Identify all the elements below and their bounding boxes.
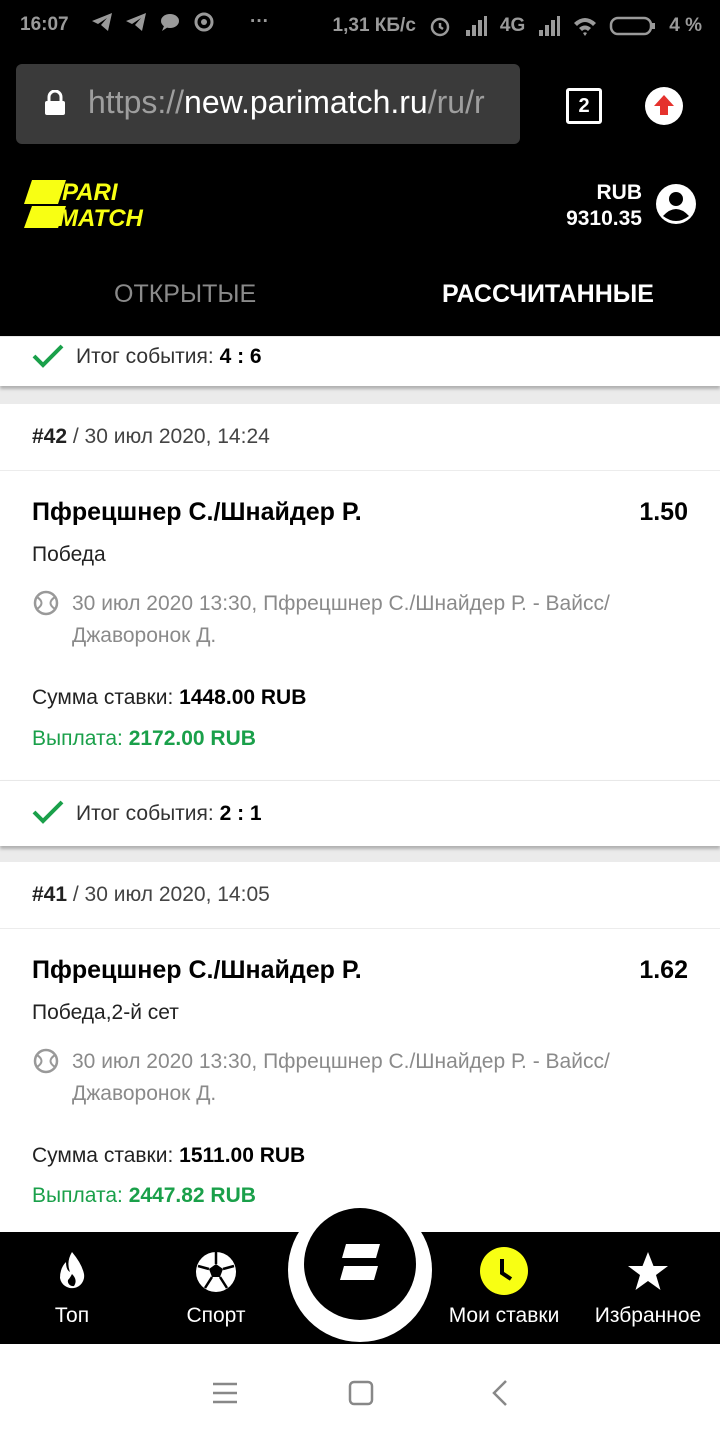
logo-text-pari: PARI	[62, 179, 119, 206]
user-avatar-icon[interactable]	[656, 184, 696, 224]
balance-currency: RUB	[596, 181, 643, 204]
cloud-sync-icon	[194, 12, 214, 32]
soccer-ball-icon	[196, 1252, 236, 1292]
bet-header: #41 / 30 июл 2020, 14:05	[32, 883, 270, 907]
check-icon	[32, 344, 64, 368]
balance-amount: 9310.35	[566, 207, 642, 230]
arrow-up-icon	[654, 95, 674, 115]
bet-number: #41	[32, 883, 68, 906]
account-balance[interactable]: RUB 9310.35	[566, 180, 642, 232]
url-path: /ru/r	[427, 84, 485, 120]
event-name: Пфрецшнер С./Шнайдер Р.	[32, 956, 362, 984]
event-name: Пфрецшнер С./Шнайдер Р.	[32, 498, 362, 526]
event-result-row: Итог события: 4 : 6	[0, 336, 720, 386]
address-bar[interactable]: https://new.parimatch.ru/ru/r	[16, 64, 520, 144]
logo-text-match: MATCH	[58, 205, 144, 230]
notification-icons: ···	[90, 10, 269, 34]
flame-icon	[60, 1252, 85, 1289]
bet-date: / 30 июл 2020, 14:24	[72, 425, 270, 448]
status-bar: 16:07 ··· 1,31 КБ/с 4G 4 %	[0, 0, 720, 52]
bet-number: #42	[32, 425, 68, 448]
telegram-icon	[126, 13, 146, 31]
home-square-icon[interactable]	[348, 1380, 374, 1406]
parimatch-logo[interactable]: PARI MATCH	[22, 178, 182, 230]
event-result: Итог события: 2 : 1	[76, 802, 262, 825]
divider	[0, 470, 720, 471]
betslip-button-inner	[304, 1208, 416, 1320]
bet-payout: Выплата: 2447.82 RUB	[32, 1184, 256, 1207]
signal-icon	[465, 16, 487, 36]
upload-button[interactable]	[645, 87, 683, 125]
url-text[interactable]: https://new.parimatch.ru/ru/r	[88, 84, 508, 121]
nav-sport[interactable]: Спорт	[166, 1232, 266, 1344]
tab-settled[interactable]: РАССЧИТАННЫЕ	[442, 280, 654, 309]
chat-icon	[161, 14, 179, 31]
event-result: Итог события: 4 : 6	[76, 345, 262, 368]
more-dots: ···	[250, 11, 269, 32]
check-icon	[32, 800, 64, 824]
telegram-icon	[92, 13, 112, 31]
clock-icon	[480, 1247, 528, 1295]
bet-stake: Сумма ставки: 1511.00 RUB	[32, 1144, 306, 1167]
bet-odds: 1.62	[639, 956, 688, 984]
back-icon[interactable]	[490, 1379, 510, 1407]
bet-market: Победа,2-й сет	[32, 1001, 179, 1024]
status-right: 1,31 КБ/с 4G 4 %	[333, 14, 702, 38]
bet-card[interactable]: #41 / 30 июл 2020, 14:05 Пфрецшнер С./Шн…	[0, 862, 720, 1232]
browser-toolbar: https://new.parimatch.ru/ru/r 2	[0, 52, 720, 156]
bets-list[interactable]: Итог события: 4 : 6 #42 / 30 июл 2020, 1…	[0, 336, 720, 1232]
nav-label: Спорт	[186, 1304, 246, 1327]
wifi-icon	[574, 18, 597, 36]
network-speed: 1,31 КБ/с	[332, 15, 416, 36]
url-host: new.parimatch.ru	[184, 84, 428, 120]
tennis-ball-icon	[33, 590, 59, 616]
nav-my-bets[interactable]: Мои ставки	[438, 1232, 570, 1344]
menu-icon[interactable]	[211, 1381, 239, 1405]
star-icon	[628, 1252, 668, 1290]
alarm-icon	[430, 17, 450, 37]
nav-top[interactable]: Топ	[22, 1232, 122, 1344]
nav-favorites[interactable]: Избранное	[588, 1232, 708, 1344]
divider	[0, 928, 720, 929]
network-type: 4G	[499, 15, 526, 36]
bet-stake: Сумма ставки: 1448.00 RUB	[32, 686, 307, 709]
battery-icon	[610, 16, 656, 36]
betslip-button[interactable]	[288, 1198, 432, 1342]
tab-switcher-button[interactable]: 2	[566, 88, 602, 124]
system-navigation-bar	[0, 1344, 720, 1440]
parimatch-mark-icon	[340, 1244, 380, 1280]
signal-icon	[539, 16, 561, 36]
nav-label: Топ	[54, 1304, 90, 1327]
nav-label: Избранное	[594, 1304, 702, 1327]
event-details: 30 июл 2020 13:30, Пфрецшнер С./Шнайдер …	[72, 592, 610, 647]
bet-tabs: ОТКРЫТЫЕ РАССЧИТАННЫЕ	[0, 256, 720, 336]
bet-date: / 30 июл 2020, 14:05	[72, 883, 270, 906]
app-header: PARI MATCH RUB 9310.35	[0, 156, 720, 256]
battery-level: 4 %	[669, 15, 702, 36]
bet-header: #42 / 30 июл 2020, 14:24	[32, 425, 270, 449]
lock-icon	[45, 90, 65, 115]
nav-label: Мои ставки	[448, 1304, 560, 1327]
bet-odds: 1.50	[639, 498, 688, 526]
event-details: 30 июл 2020 13:30, Пфрецшнер С./Шнайдер …	[72, 1050, 610, 1105]
bet-market: Победа	[32, 543, 106, 566]
status-time: 16:07	[20, 14, 69, 35]
tab-open[interactable]: ОТКРЫТЫЕ	[114, 280, 256, 309]
url-scheme: https://	[88, 84, 185, 120]
event-result-row: Итог события: 2 : 1	[0, 780, 720, 846]
tennis-ball-icon	[33, 1048, 59, 1074]
bet-payout: Выплата: 2172.00 RUB	[32, 727, 256, 750]
